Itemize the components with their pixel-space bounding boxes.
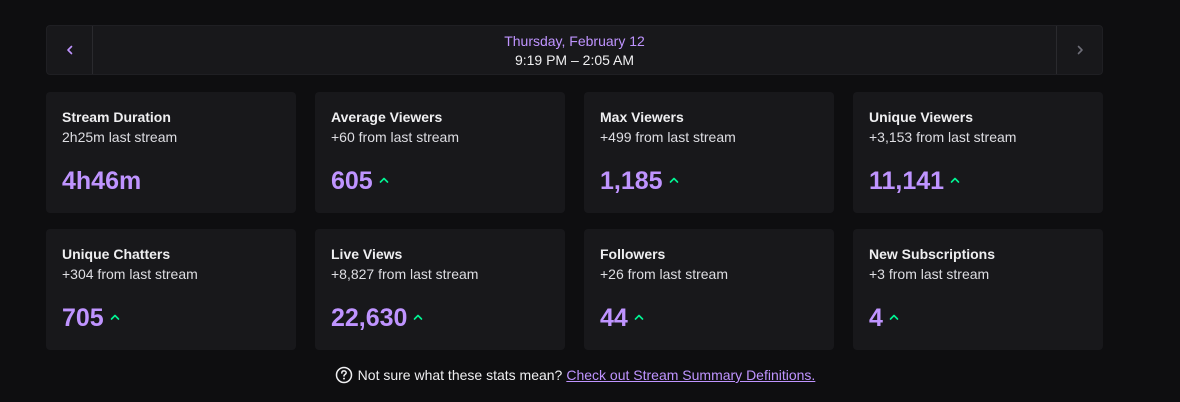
stream-date-range: Thursday, February 12 9:19 PM – 2:05 AM — [93, 26, 1056, 74]
stat-value: 1,185 — [600, 167, 663, 195]
chevron-left-icon — [65, 45, 75, 55]
stat-title: New Subscriptions — [869, 246, 996, 262]
stat-comparison: +60 from last stream — [331, 129, 459, 145]
stat-comparison: +3 from last stream — [869, 266, 990, 282]
stat-comparison: +3,153 from last stream — [869, 129, 1017, 145]
trend-up-icon — [950, 176, 960, 184]
stat-card-followers: Followers +26 from last stream 44 — [584, 229, 834, 350]
date-navigator: Thursday, February 12 9:19 PM – 2:05 AM — [46, 25, 1103, 75]
stat-card-stream-duration: Stream Duration 2h25m last stream 4h46m — [46, 92, 296, 213]
stream-date: Thursday, February 12 — [504, 32, 645, 49]
stat-title: Live Views — [331, 246, 403, 262]
stat-title: Average Viewers — [331, 109, 443, 125]
help-circle-icon — [335, 366, 353, 384]
stat-value: 22,630 — [331, 304, 408, 332]
chevron-right-icon — [1075, 45, 1085, 55]
stat-comparison: +499 from last stream — [600, 129, 736, 145]
stat-value: 4h46m — [62, 167, 142, 195]
stat-card-unique-chatters: Unique Chatters +304 from last stream 70… — [46, 229, 296, 350]
stat-title: Followers — [600, 246, 666, 262]
stat-title: Unique Viewers — [869, 109, 974, 125]
stat-title: Max Viewers — [600, 109, 684, 125]
previous-stream-button[interactable] — [47, 26, 93, 74]
trend-up-icon — [669, 176, 679, 184]
stat-title: Stream Duration — [62, 109, 171, 125]
stat-card-new-subscriptions: New Subscriptions +3 from last stream 4 — [853, 229, 1103, 350]
stat-value: 11,141 — [869, 167, 945, 195]
trend-up-icon — [379, 176, 389, 184]
trend-up-icon — [634, 313, 644, 321]
stat-value: 605 — [331, 167, 373, 195]
trend-up-icon — [413, 313, 423, 321]
trend-up-icon — [889, 313, 899, 321]
next-stream-button[interactable] — [1056, 26, 1102, 74]
stat-card-average-viewers: Average Viewers +60 from last stream 605 — [315, 92, 565, 213]
stat-card-max-viewers: Max Viewers +499 from last stream 1,185 — [584, 92, 834, 213]
stat-value: 705 — [62, 304, 104, 332]
stream-summary-definitions-link[interactable]: Check out Stream Summary Definitions. — [566, 367, 815, 383]
stat-comparison: +304 from last stream — [62, 266, 198, 282]
trend-up-icon — [110, 313, 120, 321]
stat-card-unique-viewers: Unique Viewers +3,153 from last stream 1… — [853, 92, 1103, 213]
stat-card-live-views: Live Views +8,827 from last stream 22,63… — [315, 229, 565, 350]
stat-title: Unique Chatters — [62, 246, 171, 262]
stats-help-footer: Not sure what these stats mean? Check ou… — [0, 366, 1150, 384]
stream-time-range: 9:19 PM – 2:05 AM — [514, 51, 635, 68]
stat-comparison: +26 from last stream — [600, 266, 728, 282]
stat-comparison: +8,827 from last stream — [331, 266, 479, 282]
help-question-text: Not sure what these stats mean? — [357, 367, 563, 383]
stat-value: 44 — [600, 304, 628, 332]
stat-value: 4 — [869, 304, 883, 332]
stat-comparison: 2h25m last stream — [62, 129, 178, 145]
